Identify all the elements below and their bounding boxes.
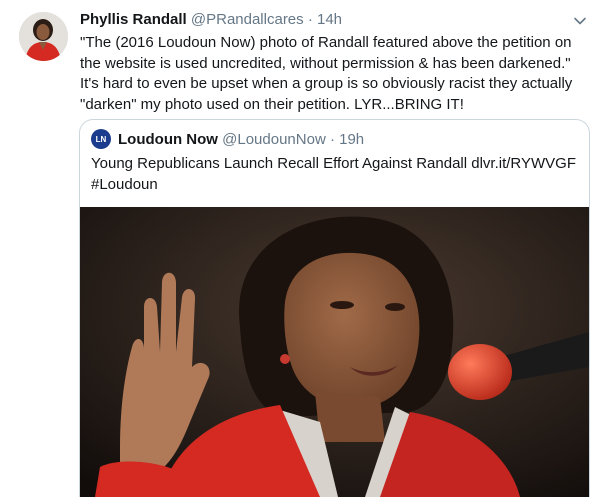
quoted-author-handle[interactable]: @LoudounNow <box>222 131 326 148</box>
quoted-tweet[interactable]: LN Loudoun Now @LoudounNow · 19h Young R… <box>79 119 590 497</box>
author-handle[interactable]: @PRandallcares <box>191 11 304 28</box>
tweet-timestamp[interactable]: 14h <box>317 11 342 28</box>
photo-image <box>80 207 589 497</box>
chevron-down-icon[interactable] <box>572 13 588 29</box>
quoted-timestamp[interactable]: 19h <box>339 131 364 148</box>
avatar[interactable] <box>19 12 68 61</box>
tweet-text: "The (2016 Loudoun Now) photo of Randall… <box>80 34 573 113</box>
quoted-avatar[interactable]: LN <box>91 129 111 149</box>
author-name[interactable]: Phyllis Randall <box>80 11 187 28</box>
quoted-photo[interactable] <box>80 207 589 497</box>
separator-dot: · <box>307 11 313 28</box>
quoted-header: Loudoun Now @LoudounNow · 19h <box>118 131 364 148</box>
tweet-header: Phyllis Randall @PRandallcares · 14h <box>80 11 342 28</box>
quoted-author-name[interactable]: Loudoun Now <box>118 131 218 148</box>
avatar-image <box>19 12 68 61</box>
quoted-separator-dot: · <box>329 131 335 148</box>
tweet[interactable]: Phyllis Randall @PRandallcares · 14h "Th… <box>0 0 605 497</box>
quoted-text: Young Republicans Launch Recall Effort A… <box>91 155 576 193</box>
